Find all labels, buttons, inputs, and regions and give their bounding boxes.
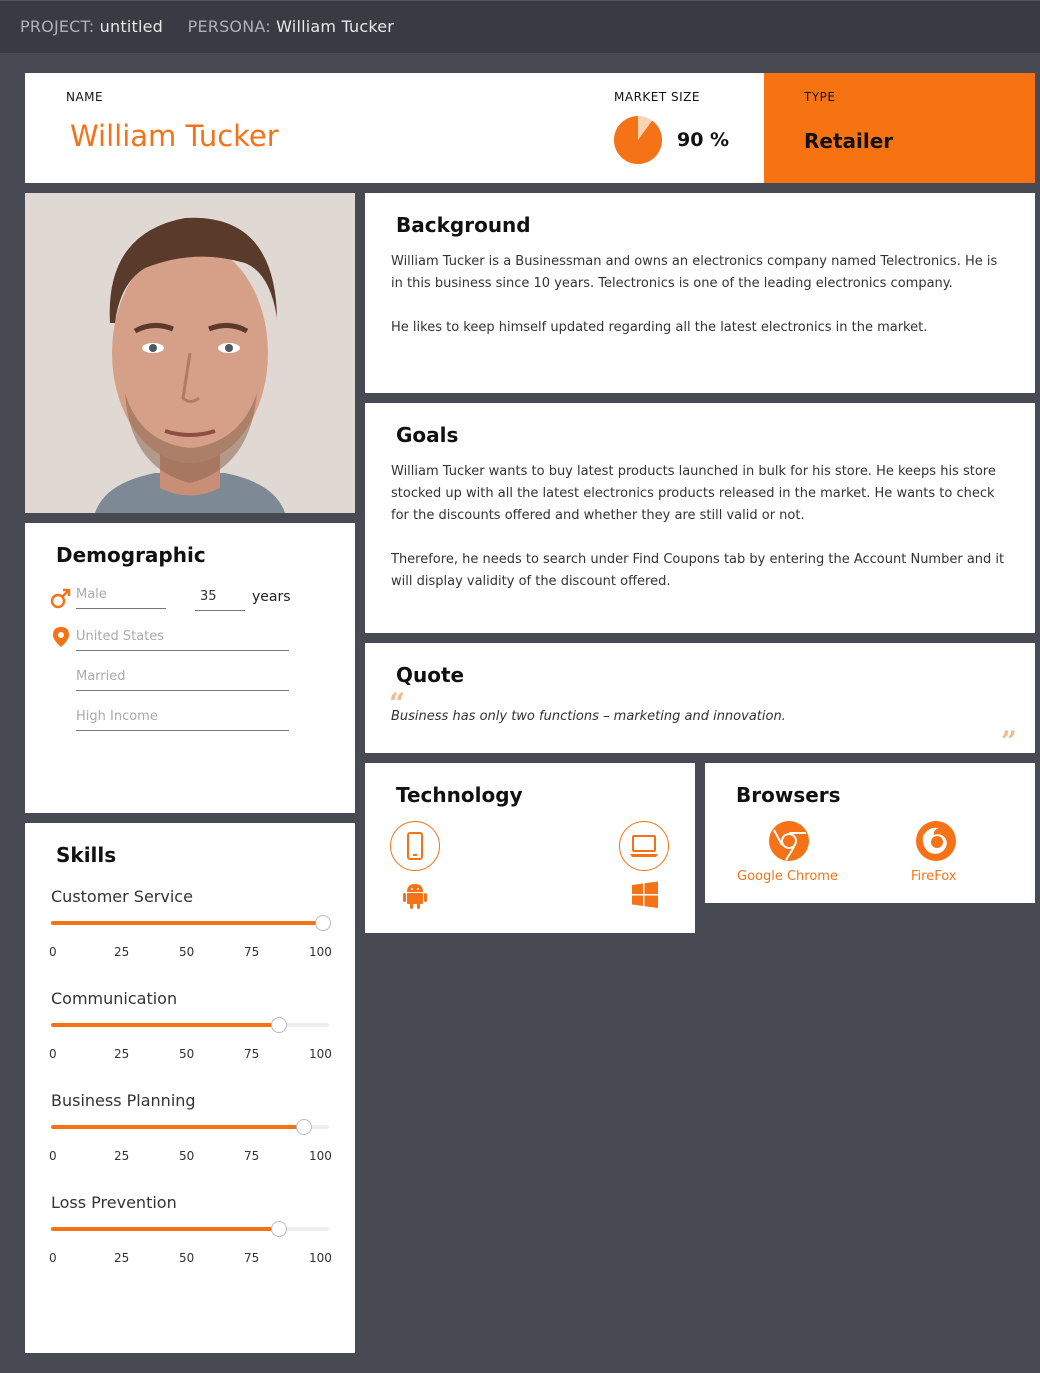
browser-label-chrome[interactable]: Google Chrome — [737, 869, 838, 884]
slider-tick-label: 0 — [49, 945, 57, 959]
goals-paragraph-1[interactable]: William Tucker wants to buy latest produ… — [391, 461, 1011, 527]
slider-track[interactable] — [51, 915, 331, 931]
skill-name: Business Planning — [51, 1091, 196, 1110]
technology-title: Technology — [396, 783, 523, 807]
gender-field[interactable]: Male — [76, 587, 166, 609]
goals-card: Goals William Tucker wants to buy latest… — [365, 403, 1035, 633]
slider-tick-label: 75 — [244, 1251, 260, 1265]
quote-card: Quote “ Business has only two functions … — [365, 643, 1035, 758]
goals-title: Goals — [396, 423, 459, 447]
firefox-icon[interactable] — [915, 820, 957, 862]
location-pin-icon — [53, 627, 69, 647]
chrome-icon[interactable] — [768, 820, 810, 862]
type-value: Retailer — [804, 129, 894, 153]
demographic-card: Demographic Male 35 years United States … — [25, 523, 355, 813]
slider-handle[interactable] — [315, 915, 331, 931]
project-value[interactable]: untitled — [100, 17, 163, 36]
avatar-image — [25, 193, 355, 513]
income-field[interactable]: High Income — [76, 709, 289, 731]
slider-tick-label: 25 — [114, 945, 130, 959]
top-bar: PROJECT: untitled PERSONA: William Tucke… — [0, 0, 1040, 53]
demographic-title: Demographic — [56, 543, 206, 567]
slider-handle[interactable] — [295, 1119, 312, 1135]
quote-text[interactable]: Business has only two functions – market… — [391, 709, 786, 724]
slider-fill — [51, 921, 323, 925]
slider-tick-label: 25 — [114, 1047, 130, 1061]
skills-title: Skills — [56, 843, 117, 867]
skill-name: Customer Service — [51, 887, 193, 906]
type-box[interactable]: TYPE Retailer — [764, 73, 1035, 183]
slider-tick-label: 100 — [309, 1047, 332, 1061]
slider-handle[interactable] — [271, 1017, 288, 1033]
persona-photo[interactable] — [25, 193, 355, 513]
persona-label: PERSONA: — [187, 17, 271, 36]
slider-tick-label: 0 — [49, 1047, 57, 1061]
marital-status-field[interactable]: Married — [76, 669, 289, 691]
skill-slider: Customer Service 0 25 50 75 100 — [49, 887, 332, 977]
quote-title: Quote — [396, 663, 465, 687]
skill-slider: Business Planning 0 25 50 75 100 — [49, 1091, 332, 1181]
android-icon[interactable] — [402, 881, 428, 909]
slider-tick-label: 25 — [114, 1149, 130, 1163]
background-paragraph-1[interactable]: William Tucker is a Businessman and owns… — [391, 251, 1011, 295]
browsers-card: Browsers Google Chrome FireFox — [705, 763, 1035, 903]
persona-value[interactable]: William Tucker — [276, 17, 394, 36]
background-paragraph-2[interactable]: He likes to keep himself updated regardi… — [391, 317, 1011, 339]
slider-tick-label: 50 — [179, 945, 195, 959]
slider-tick-label: 75 — [244, 1047, 260, 1061]
persona-name[interactable]: William Tucker — [70, 119, 279, 153]
location-field[interactable]: United States — [76, 629, 289, 651]
name-label: NAME — [66, 90, 104, 104]
slider-tick-label: 50 — [179, 1149, 195, 1163]
skills-card: Skills Customer Service 0 25 50 75 100 Communi… — [25, 823, 355, 1353]
mobile-icon[interactable] — [390, 821, 440, 871]
market-size-value: 90 % — [677, 129, 730, 151]
background-card: Background William Tucker is a Businessm… — [365, 193, 1035, 393]
header-card: NAME William Tucker MARKET SIZE 90 % TYP… — [25, 73, 1035, 183]
browser-label-firefox[interactable]: FireFox — [911, 869, 956, 884]
slider-track[interactable] — [51, 1017, 329, 1033]
browsers-title: Browsers — [736, 783, 841, 807]
skill-slider: Loss Prevention 0 25 50 75 100 — [49, 1193, 332, 1283]
skill-name: Loss Prevention — [51, 1193, 177, 1212]
goals-paragraph-2[interactable]: Therefore, he needs to search under Find… — [391, 549, 1011, 593]
skill-slider: Communication 0 25 50 75 100 — [49, 989, 332, 1079]
slider-fill — [51, 1023, 280, 1027]
skill-name: Communication — [51, 989, 178, 1008]
slider-tick-label: 75 — [244, 945, 260, 959]
age-field[interactable]: 35 — [195, 589, 245, 611]
project-label: PROJECT: — [20, 17, 95, 36]
market-size-label: MARKET SIZE — [614, 90, 700, 104]
slider-tick-label: 0 — [49, 1251, 57, 1265]
laptop-icon[interactable] — [619, 821, 669, 871]
slider-track[interactable] — [51, 1221, 329, 1237]
type-label: TYPE — [804, 90, 836, 104]
quote-close-icon: ” — [1000, 725, 1017, 758]
slider-handle[interactable] — [271, 1221, 288, 1237]
slider-track[interactable] — [51, 1119, 329, 1135]
windows-icon[interactable] — [631, 881, 659, 909]
slider-tick-label: 100 — [309, 1251, 332, 1265]
slider-tick-label: 75 — [244, 1149, 260, 1163]
slider-tick-label: 25 — [114, 1251, 130, 1265]
age-unit: years — [252, 589, 291, 605]
male-icon — [50, 588, 71, 609]
slider-tick-label: 0 — [49, 1149, 57, 1163]
market-size-pie — [614, 116, 662, 164]
background-title: Background — [396, 213, 531, 237]
slider-tick-label: 50 — [179, 1047, 195, 1061]
technology-card: Technology — [365, 763, 695, 933]
slider-tick-label: 100 — [309, 1149, 332, 1163]
slider-fill — [51, 1227, 280, 1231]
slider-fill — [51, 1125, 304, 1129]
slider-tick-label: 50 — [179, 1251, 195, 1265]
slider-tick-label: 100 — [309, 945, 332, 959]
